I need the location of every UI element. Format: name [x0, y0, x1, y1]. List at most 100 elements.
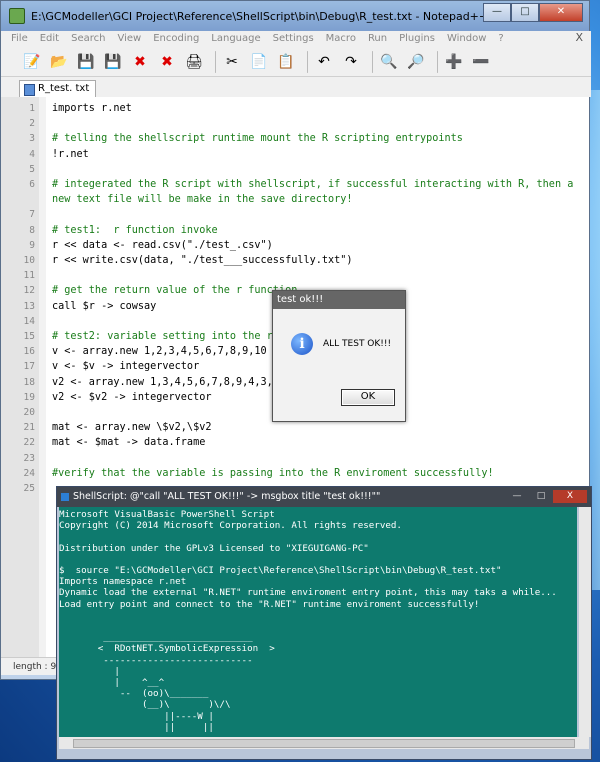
console-line: Imports namespace r.net — [59, 576, 187, 588]
code-text: # integerated the R script with shellscr… — [52, 179, 574, 190]
redo-icon[interactable]: ↷ — [340, 51, 362, 73]
menu-run[interactable]: Run — [362, 31, 393, 47]
line-number: 13 — [23, 300, 35, 312]
code-text: v2 <- array.new 1,3,4,5,6,7,8,9,4,3,2,2 — [52, 376, 292, 388]
code-line: 2 — [1, 116, 589, 131]
line-number: 8 — [29, 224, 35, 236]
console-line: || || — [59, 721, 214, 733]
tab-r-test[interactable]: R_test. txt — [19, 80, 97, 97]
new-file-icon[interactable]: 📝 — [21, 51, 43, 73]
code-text: imports r.net — [52, 103, 132, 114]
code-text: r << write.csv(data, "./test___successfu… — [52, 255, 353, 266]
npp-maximize-button[interactable]: □ — [511, 3, 539, 22]
line-number: 10 — [23, 255, 35, 266]
line-number: 19 — [23, 391, 35, 403]
ps-minimize-button[interactable]: — — [505, 490, 529, 503]
npp-tab-bar: R_test. txt — [1, 77, 591, 97]
notepadpp-app-icon — [9, 8, 25, 24]
console-line: ||----W | — [59, 710, 214, 722]
menu-file[interactable]: File — [5, 31, 34, 47]
msgbox-title[interactable]: test ok!!! — [273, 291, 405, 309]
code-line: 9 r << data <- read.csv("./test_.csv") — [1, 238, 589, 253]
console-output[interactable]: Microsoft VisualBasic PowerShell Script C… — [59, 507, 577, 737]
status-length: length : 91 — [13, 662, 62, 672]
menu-edit[interactable]: Edit — [34, 31, 65, 47]
ok-button[interactable]: OK — [341, 389, 395, 406]
open-file-icon[interactable]: 📂 — [48, 51, 70, 73]
info-icon: i — [291, 333, 313, 355]
code-line: 5 — [1, 162, 589, 177]
code-line: 22 mat <- $mat -> data.frame — [1, 435, 589, 450]
scrollbar-thumb[interactable] — [73, 739, 575, 748]
paste-icon[interactable]: 📋 — [275, 51, 297, 73]
ps-window-title: ShellScript: @"call "ALL TEST OK!!!" -> … — [73, 491, 381, 502]
console-line: Microsoft VisualBasic PowerShell Script — [59, 509, 275, 520]
console-horizontal-scrollbar[interactable] — [59, 737, 589, 749]
code-text: # telling the shellscript runtime mount … — [52, 133, 463, 145]
code-line: 4 !r.net — [1, 147, 589, 162]
code-line: 6 # integerated the R script with shellsc… — [1, 177, 589, 192]
npp-toolbar: 📝 📂 💾 💾 ✖ ✖ 🖨 ✂ 📄 📋 ↶ ↷ 🔍 🔎 ➕ ➖ — [1, 47, 591, 77]
zoom-out-icon[interactable]: ➖ — [470, 51, 492, 73]
console-line: Load entry point and connect to the "R.N… — [59, 598, 480, 610]
code-line: 11 — [1, 268, 589, 283]
close-all-icon[interactable]: ✖ — [156, 51, 178, 73]
toolbar-separator — [437, 50, 438, 73]
code-line: 1 imports r.net — [1, 101, 589, 116]
menu-plugins[interactable]: Plugins — [393, 31, 441, 47]
code-line: 3 # telling the shellscript runtime mount… — [1, 131, 589, 146]
line-number: 23 — [23, 452, 35, 464]
undo-icon[interactable]: ↶ — [313, 51, 335, 73]
menu-language[interactable]: Language — [205, 31, 266, 47]
print-icon[interactable]: 🖨 — [183, 51, 205, 73]
menu-view[interactable]: View — [111, 31, 147, 47]
menu-encoding[interactable]: Encoding — [147, 31, 205, 47]
line-number: 15 — [23, 331, 35, 342]
line-number: 21 — [23, 422, 35, 434]
line-number: 5 — [29, 163, 35, 175]
copy-icon[interactable]: 📄 — [248, 51, 270, 73]
menu-search[interactable]: Search — [65, 31, 111, 47]
code-text: mat <- array.new \$v2,\$v2 — [52, 422, 212, 434]
line-number: 20 — [23, 407, 35, 418]
code-text: # test2: variable setting into the r env — [52, 331, 298, 342]
ps-close-button[interactable]: X — [553, 490, 587, 503]
line-number: 3 — [29, 133, 35, 145]
npp-minimize-button[interactable]: — — [483, 3, 511, 22]
code-text: !r.net — [52, 148, 89, 160]
line-number: 2 — [29, 118, 35, 130]
npp-menubar: File Edit Search View Encoding Language … — [1, 31, 591, 47]
file-tab-icon — [24, 84, 35, 96]
line-number: 25 — [23, 483, 35, 494]
code-line: 8 # test1: r function invoke — [1, 223, 589, 238]
menu-macro[interactable]: Macro — [320, 31, 362, 47]
console-line: -- (oo)\_______ — [59, 688, 209, 700]
menu-settings[interactable]: Settings — [267, 31, 320, 47]
console-line: | ^__^ — [59, 677, 165, 688]
npp-close-button[interactable]: ✕ — [539, 3, 583, 22]
save-icon[interactable]: 💾 — [75, 51, 97, 73]
npp-title-bar[interactable]: E:\GCModeller\GCI Project\Reference\Shel… — [1, 1, 589, 31]
ps-title-bar[interactable]: ShellScript: @"call "ALL TEST OK!!!" -> … — [57, 487, 591, 507]
menu-close-doc-button[interactable]: X — [575, 31, 583, 44]
ps-maximize-button[interactable]: □ — [529, 490, 553, 503]
save-all-icon[interactable]: 💾 — [102, 51, 124, 73]
line-number: 17 — [23, 361, 35, 373]
cut-icon[interactable]: ✂ — [221, 51, 243, 73]
console-line: --------------------------- — [59, 654, 253, 666]
code-text: # get the return value of the r function — [52, 285, 298, 297]
line-number: 18 — [23, 376, 35, 388]
console-line: Dynamic load the external "R.NET" runtim… — [59, 587, 557, 599]
console-app-icon — [61, 493, 69, 501]
zoom-in-icon[interactable]: ➕ — [443, 51, 465, 73]
menu-help[interactable]: ? — [492, 31, 509, 47]
console-vertical-scrollbar[interactable] — [579, 507, 591, 737]
find-icon[interactable]: 🔍 — [378, 51, 400, 73]
menu-window[interactable]: Window — [441, 31, 492, 47]
line-number: 24 — [23, 467, 35, 479]
code-line: new text file will be make in the save d… — [1, 192, 589, 207]
replace-icon[interactable]: 🔎 — [405, 51, 427, 73]
code-text: new text file will be make in the save d… — [52, 194, 353, 206]
close-file-icon[interactable]: ✖ — [129, 51, 151, 73]
toolbar-separator — [372, 50, 373, 73]
